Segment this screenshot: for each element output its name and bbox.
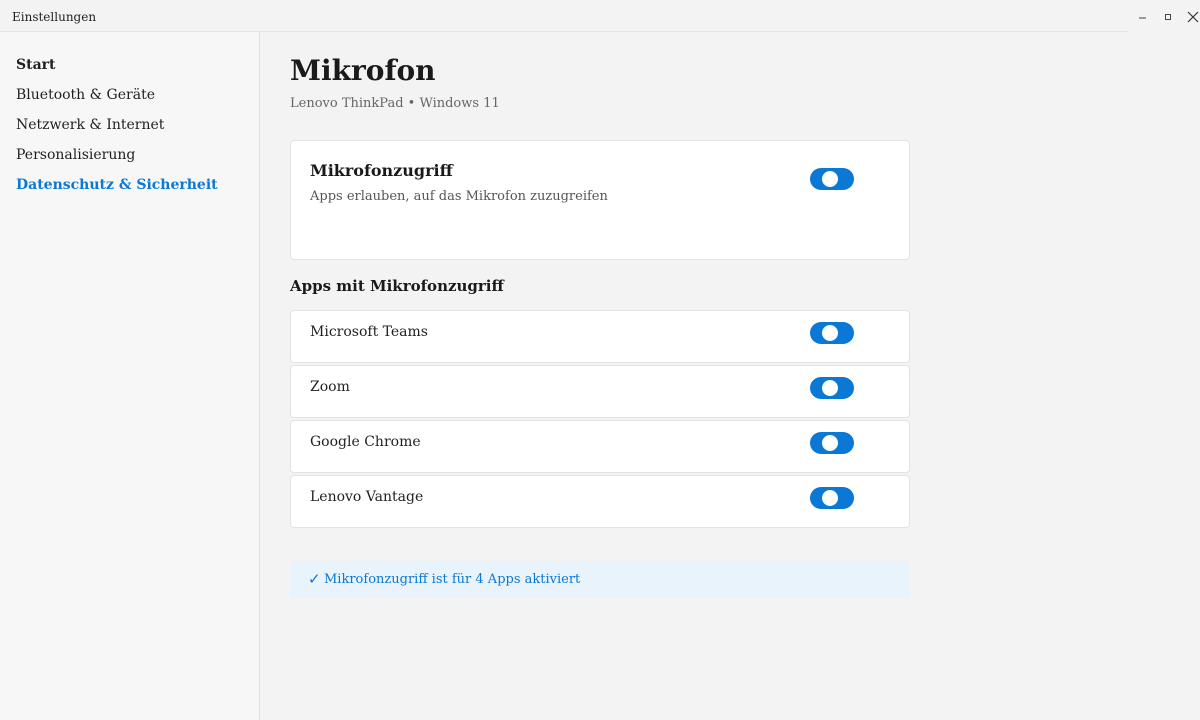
page-title: Mikrofon	[290, 54, 436, 87]
toggle-knob	[822, 435, 838, 451]
minimize-icon	[1139, 13, 1147, 21]
minimize-button[interactable]	[1131, 6, 1155, 28]
page-subtitle: Lenovo ThinkPad • Windows 11	[290, 96, 500, 111]
app-row-microsoft-teams: Microsoft Teams	[290, 310, 910, 363]
sidebar: Start Bluetooth & Geräte Netzwerk & Inte…	[0, 32, 260, 720]
app-row-google-chrome: Google Chrome	[290, 420, 910, 473]
maximize-icon	[1164, 13, 1172, 21]
sidebar-item-privacy-security[interactable]: Datenschutz & Sicherheit	[16, 177, 218, 193]
microphone-access-card: Mikrofonzugriff Apps erlauben, auf das M…	[290, 140, 910, 260]
sidebar-item-bluetooth-devices[interactable]: Bluetooth & Geräte	[16, 87, 155, 103]
app-row-zoom: Zoom	[290, 365, 910, 418]
toggle-knob	[822, 490, 838, 506]
status-text: Mikrofonzugriff ist für 4 Apps aktiviert	[324, 572, 581, 587]
app-name: Lenovo Vantage	[310, 489, 424, 505]
app-toggle-lenovo-vantage[interactable]	[810, 487, 854, 509]
apps-section-heading: Apps mit Mikrofonzugriff	[290, 277, 504, 295]
close-icon	[1187, 11, 1199, 23]
title-bar: Einstellungen	[0, 0, 1200, 32]
window-title: Einstellungen	[12, 10, 97, 24]
toggle-knob	[822, 325, 838, 341]
app-row-lenovo-vantage: Lenovo Vantage	[290, 475, 910, 528]
close-button[interactable]	[1181, 6, 1200, 28]
app-name: Zoom	[310, 379, 350, 395]
checkmark-icon: ✓	[308, 570, 321, 588]
microphone-access-toggle[interactable]	[810, 168, 854, 190]
app-name: Microsoft Teams	[310, 324, 428, 340]
maximize-button[interactable]	[1156, 6, 1180, 28]
sidebar-item-personalization[interactable]: Personalisierung	[16, 147, 135, 163]
app-toggle-google-chrome[interactable]	[810, 432, 854, 454]
sidebar-item-network-internet[interactable]: Netzwerk & Internet	[16, 117, 164, 133]
app-name: Google Chrome	[310, 434, 421, 450]
toggle-knob	[822, 380, 838, 396]
main-content: Mikrofon Lenovo ThinkPad • Windows 11 Mi…	[260, 32, 1200, 720]
app-toggle-zoom[interactable]	[810, 377, 854, 399]
microphone-access-title: Mikrofonzugriff	[310, 161, 453, 180]
microphone-access-description: Apps erlauben, auf das Mikrofon zuzugrei…	[310, 189, 608, 204]
sidebar-item-start[interactable]: Start	[16, 57, 56, 73]
status-banner: ✓ Mikrofonzugriff ist für 4 Apps aktivie…	[290, 561, 910, 598]
app-toggle-microsoft-teams[interactable]	[810, 322, 854, 344]
toggle-knob	[822, 171, 838, 187]
